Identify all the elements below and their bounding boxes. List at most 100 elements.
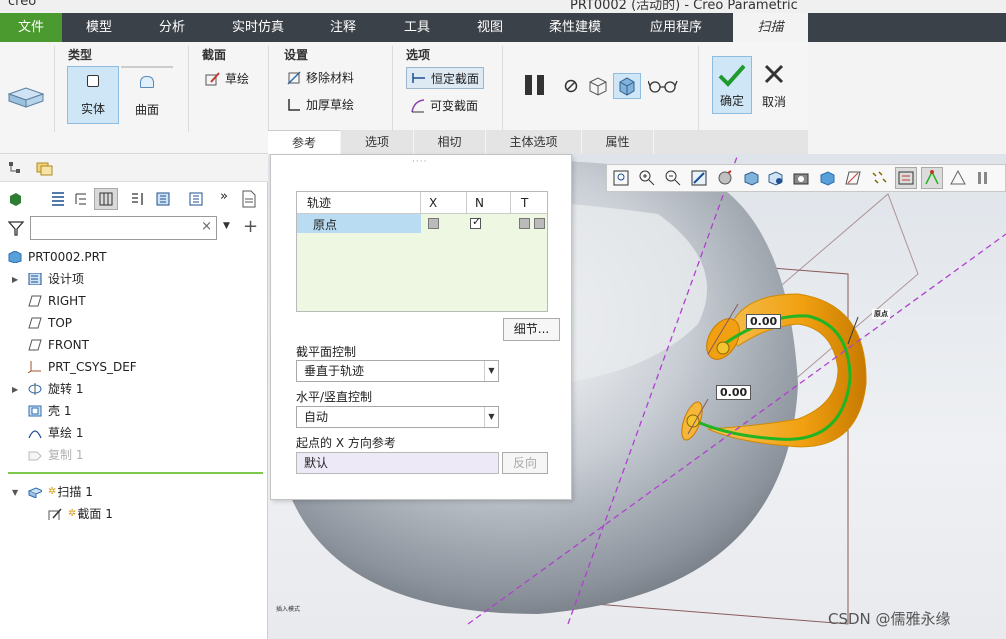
display-style-icon[interactable] <box>743 170 759 186</box>
hv-control-dropdown[interactable]: 自动 ▼ <box>296 406 499 428</box>
details-button[interactable]: 细节... <box>503 318 560 341</box>
clear-icon[interactable]: × <box>201 219 212 234</box>
funnel-icon[interactable] <box>8 220 24 236</box>
t-checkbox-2[interactable] <box>534 218 545 229</box>
pause-icon[interactable] <box>524 74 548 96</box>
menu-tools[interactable]: 工具 <box>388 13 446 42</box>
variable-section-button[interactable]: 可变截面 <box>410 97 478 114</box>
x-reference-label: 起点的 X 方向参考 <box>296 436 396 450</box>
tree-item-right[interactable]: RIGHT <box>28 290 86 312</box>
tree-item-design-items[interactable]: 设计项 <box>28 268 84 290</box>
pause-display-icon[interactable] <box>977 170 993 186</box>
tab-body-options[interactable]: 主体选项 <box>486 130 582 154</box>
document-icon[interactable] <box>242 190 256 208</box>
menu-flexible-modeling[interactable]: 柔性建模 <box>536 13 614 42</box>
n-checkbox[interactable]: ✓ <box>470 215 481 229</box>
dimension-label-2[interactable]: 0.00 <box>716 385 752 400</box>
tree-item-part[interactable]: PRT0002.PRT <box>8 246 106 268</box>
confirm-button[interactable]: 确定 <box>712 56 752 114</box>
remove-material-button[interactable]: 移除材料 <box>286 69 354 86</box>
shell-icon <box>28 405 42 417</box>
menu-sweep[interactable]: 扫描 <box>733 13 808 42</box>
tab-tangency[interactable]: 相切 <box>414 130 486 154</box>
repaint-icon[interactable] <box>691 170 707 186</box>
tree-item-sketch[interactable]: 草绘 1 <box>28 422 83 444</box>
thicken-sketch-button[interactable]: 加厚草绘 <box>286 96 354 113</box>
plane-display-icon[interactable] <box>845 170 861 186</box>
verify-glasses-icon[interactable] <box>648 78 678 94</box>
tree-filter-icon[interactable] <box>50 191 66 207</box>
insert-indicator[interactable] <box>8 472 263 474</box>
menu-applications[interactable]: 应用程序 <box>638 13 714 42</box>
zoom-out-icon[interactable] <box>665 170 681 186</box>
point-display-icon[interactable] <box>871 170 887 186</box>
csys-display-toggle[interactable] <box>921 167 943 189</box>
spin-center-icon[interactable] <box>717 170 733 186</box>
annotation-display-toggle[interactable] <box>895 167 917 189</box>
x-checkbox[interactable] <box>428 218 439 229</box>
show-icon[interactable] <box>8 192 22 206</box>
preview-wireframe-icon[interactable] <box>587 76 609 96</box>
list-icon[interactable] <box>188 191 204 207</box>
menu-view[interactable]: 视图 <box>461 13 519 42</box>
zoom-fit-icon[interactable] <box>613 170 629 186</box>
drag-handle[interactable]: ···· <box>412 157 427 167</box>
expand-tree-icon[interactable] <box>73 191 89 207</box>
menu-analysis[interactable]: 分析 <box>143 13 201 42</box>
layer-tree-tab-icon[interactable] <box>36 160 54 176</box>
tree-item-top[interactable]: TOP <box>28 312 72 334</box>
filter-settings-icon[interactable] <box>130 191 148 207</box>
x-reference-field[interactable]: 默认 <box>296 452 499 474</box>
trajectory-table[interactable]: 轨迹 X N T 原点 ✓ <box>296 191 548 312</box>
columns-toggle[interactable] <box>94 188 118 210</box>
solid-icon <box>87 75 99 87</box>
dimension-label-1[interactable]: 0.00 <box>746 314 782 329</box>
zoom-in-icon[interactable] <box>639 170 655 186</box>
tree-item-revolve[interactable]: 旋转 1 <box>28 378 83 400</box>
tab-references[interactable]: 参考 <box>268 130 341 155</box>
tab-properties[interactable]: 属性 <box>582 130 654 154</box>
part-icon <box>8 251 22 263</box>
preview-shaded-button[interactable] <box>613 73 641 99</box>
tab-options[interactable]: 选项 <box>341 130 414 154</box>
app-logo-text: creo <box>8 0 37 9</box>
menu-realtime-sim[interactable]: 实时仿真 <box>222 13 294 42</box>
more-icon[interactable]: » <box>220 189 228 204</box>
no-preview-icon[interactable] <box>564 79 578 93</box>
search-dropdown-icon[interactable]: ▼ <box>223 221 230 231</box>
constant-section-button[interactable]: 恒定截面 <box>406 67 485 89</box>
spin-display-icon[interactable] <box>950 170 966 186</box>
tree-item-section[interactable]: ✲ 截面 1 <box>48 503 113 525</box>
copy-icon <box>28 451 42 461</box>
section-plane-dropdown[interactable]: 垂直于轨迹 ▼ <box>296 360 499 382</box>
sketch-button[interactable]: 草绘 <box>205 70 249 87</box>
add-filter-icon[interactable]: + <box>243 216 258 237</box>
saved-views-icon[interactable] <box>767 170 783 186</box>
solid-button[interactable]: 实体 <box>67 66 119 124</box>
tree-item-shell[interactable]: 壳 1 <box>28 400 71 422</box>
tree-item-csys[interactable]: PRT_CSYS_DEF <box>28 356 137 378</box>
camera-icon[interactable] <box>793 170 809 186</box>
references-panel: ···· 轨迹 X N T 原点 ✓ 细节... 截平面控制 垂直于轨迹 ▼ 水… <box>270 154 572 500</box>
cancel-button[interactable]: 取消 <box>754 56 794 114</box>
model-tree-tab-icon[interactable] <box>8 161 22 175</box>
expand-arrow-icon[interactable]: ▶ <box>12 385 18 394</box>
t-checkbox[interactable] <box>519 218 530 229</box>
tree-search-input[interactable]: × <box>30 216 217 240</box>
reverse-button[interactable]: 反向 <box>502 452 548 474</box>
tree-item-front[interactable]: FRONT <box>28 334 89 356</box>
menu-model[interactable]: 模型 <box>70 13 128 42</box>
model-tree-panel: » × ▼ + PRT0002.PRT ▶ 设计项 RIGHT TOP FRON… <box>0 154 268 639</box>
menu-annotate[interactable]: 注释 <box>314 13 372 42</box>
table-row[interactable]: 原点 <box>297 214 421 233</box>
menu-file[interactable]: 文件 <box>0 13 62 42</box>
tree-settings-icon[interactable] <box>155 191 171 207</box>
collapse-arrow-icon[interactable]: ▼ <box>12 488 18 497</box>
remove-material-icon <box>287 70 301 85</box>
table-header-n: N <box>467 192 511 214</box>
tree-item-copy[interactable]: 复制 1 <box>28 444 83 466</box>
surface-button[interactable]: 曲面 <box>121 66 173 124</box>
tree-item-sweep[interactable]: ✲ 扫描 1 <box>28 481 93 503</box>
expand-arrow-icon[interactable]: ▶ <box>12 275 18 284</box>
orient-icon[interactable] <box>819 170 835 186</box>
